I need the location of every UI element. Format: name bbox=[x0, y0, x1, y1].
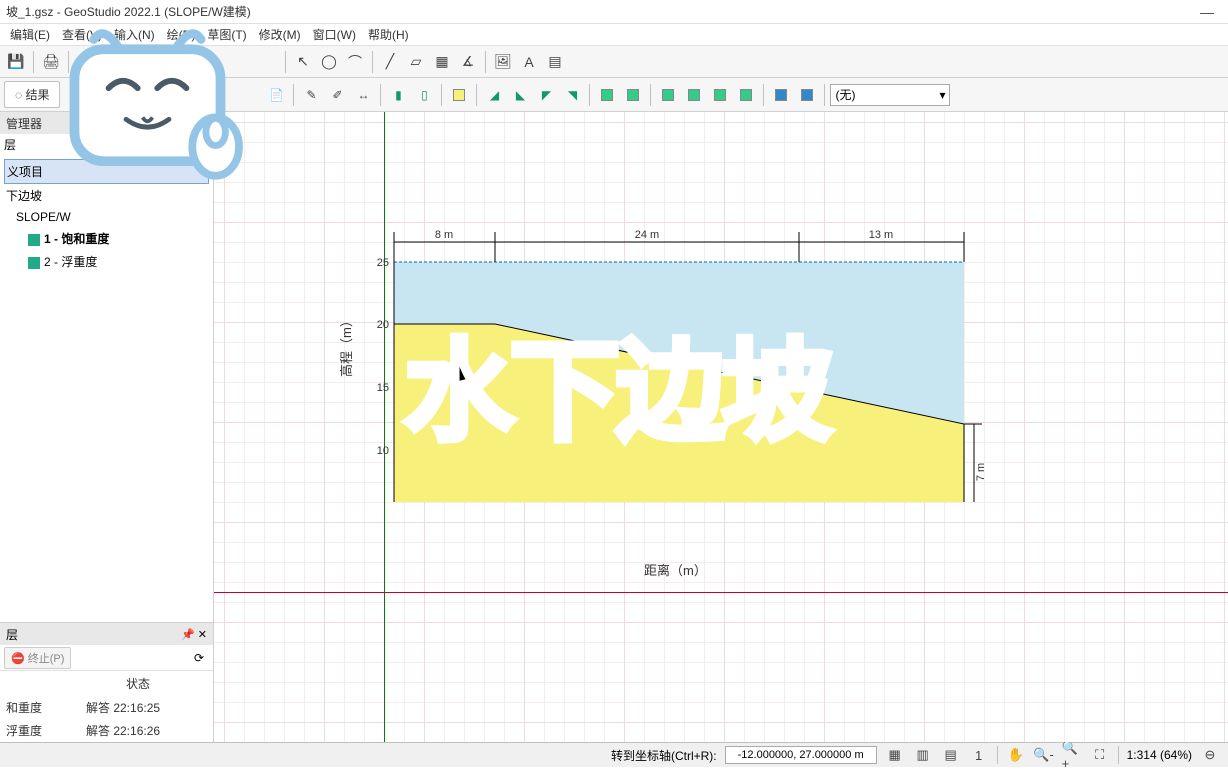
tool-table-icon[interactable]: ▤ bbox=[543, 50, 567, 74]
pen-icon[interactable]: ✎ bbox=[299, 83, 323, 107]
b3-icon[interactable] bbox=[708, 83, 732, 107]
g2-icon[interactable] bbox=[621, 83, 645, 107]
pan-icon[interactable]: ✋ bbox=[1006, 745, 1026, 765]
coord-input[interactable]: -12.000000, 27.000000 m bbox=[725, 746, 877, 764]
b2-icon[interactable] bbox=[682, 83, 706, 107]
zoom-level: 1:314 (64%) bbox=[1127, 748, 1192, 762]
statusbar: 转到坐标轴(Ctrl+R): -12.000000, 27.000000 m ▦… bbox=[0, 742, 1228, 767]
svg-text:20: 20 bbox=[377, 319, 389, 331]
tool-arc-icon[interactable]: ⌒ bbox=[343, 50, 367, 74]
g1-icon[interactable] bbox=[595, 83, 619, 107]
snap3-icon[interactable]: ▤ bbox=[941, 745, 961, 765]
goto-coord-label: 转到坐标轴(Ctrl+R): bbox=[611, 747, 717, 764]
sidebar: 管理器▾ 层 义项目 下边坡 SLOPE/W 1 - 饱和重度 2 - 浮重度 … bbox=[0, 112, 214, 742]
stop-button[interactable]: ⛔ 终止(P) bbox=[4, 647, 71, 669]
solve-header: 层📌 ✕ bbox=[0, 623, 213, 645]
tool-circle-icon[interactable]: ◯ bbox=[317, 50, 341, 74]
table-row[interactable]: 和重度解答 22:16:25 bbox=[0, 696, 213, 719]
save-icon[interactable]: 💾 bbox=[4, 50, 28, 74]
zoom-fit-icon[interactable]: ⛶ bbox=[1090, 745, 1110, 765]
window-title: 坡_1.gsz - GeoStudio 2022.1 (SLOPE/W建模) bbox=[6, 3, 251, 20]
tool-mesh-icon[interactable]: ▦ bbox=[430, 50, 454, 74]
x-axis-guide bbox=[214, 592, 1228, 593]
selector-combo[interactable]: (无)▾ bbox=[830, 84, 950, 106]
tool-line-icon[interactable]: ╱ bbox=[378, 50, 402, 74]
x-axis-label: 距离（m） bbox=[644, 560, 707, 579]
snap2-icon[interactable]: ▥ bbox=[913, 745, 933, 765]
refresh-icon[interactable]: ⟳ bbox=[189, 648, 209, 668]
c2-icon[interactable]: ▯ bbox=[412, 83, 436, 107]
solve-panel: 层📌 ✕ ⛔ 终止(P) ⟳ 状态 和重度解答 22:16:25 浮重度解答 2… bbox=[0, 622, 213, 742]
tool-select-icon[interactable]: ↖ bbox=[291, 50, 315, 74]
marker-icon[interactable]: ✐ bbox=[325, 83, 349, 107]
p1-icon[interactable] bbox=[769, 83, 793, 107]
tool-shape-icon[interactable]: ▱ bbox=[404, 50, 428, 74]
b4-icon[interactable] bbox=[734, 83, 758, 107]
dim-2: 24 m bbox=[635, 229, 659, 241]
status-header: 状态 bbox=[126, 675, 207, 692]
s3-icon[interactable]: ◤ bbox=[534, 83, 558, 107]
zoom-in-icon[interactable]: 🔍+ bbox=[1062, 745, 1082, 765]
y-axis-label: 高程（m） bbox=[336, 314, 355, 377]
tree-case-1[interactable]: 1 - 饱和重度 bbox=[4, 227, 209, 250]
s1-icon[interactable]: ◢ bbox=[482, 83, 506, 107]
dim-icon[interactable]: ↔ bbox=[351, 83, 375, 107]
canvas[interactable]: 51015 2025 0510 152025 30354045 8 m 24 m… bbox=[214, 112, 1228, 742]
tree-slopew[interactable]: SLOPE/W bbox=[4, 207, 209, 227]
b1-icon[interactable] bbox=[656, 83, 680, 107]
c3-icon[interactable] bbox=[447, 83, 471, 107]
overlay-title: 水下边坡 bbox=[404, 302, 828, 462]
tree-case-2[interactable]: 2 - 浮重度 bbox=[4, 250, 209, 273]
tool-image-icon[interactable]: 🖼 bbox=[491, 50, 515, 74]
tool-text-icon[interactable]: A bbox=[517, 50, 541, 74]
minimize-button[interactable]: — bbox=[1192, 4, 1222, 20]
menu-window[interactable]: 窗口(W) bbox=[307, 24, 362, 45]
s2-icon[interactable]: ◣ bbox=[508, 83, 532, 107]
svg-text:25: 25 bbox=[377, 257, 389, 269]
pin-icon[interactable]: 📌 ✕ bbox=[181, 628, 207, 641]
svg-text:15: 15 bbox=[377, 382, 389, 394]
zoom-out-icon[interactable]: 🔍- bbox=[1034, 745, 1054, 765]
zoom-minus-icon[interactable]: ⊖ bbox=[1200, 745, 1220, 765]
chevron-down-icon: ▾ bbox=[939, 88, 945, 102]
dim-h: 7 m bbox=[975, 463, 984, 481]
table-row[interactable]: 浮重度解答 22:16:26 bbox=[0, 719, 213, 742]
menu-modify[interactable]: 修改(M) bbox=[253, 24, 307, 45]
snap4-icon[interactable]: 1 bbox=[969, 745, 989, 765]
mascot-overlay bbox=[50, 20, 245, 205]
menu-help[interactable]: 帮助(H) bbox=[362, 24, 415, 45]
svg-text:10: 10 bbox=[377, 445, 389, 457]
s4-icon[interactable]: ◥ bbox=[560, 83, 584, 107]
snap1-icon[interactable]: ▦ bbox=[885, 745, 905, 765]
p2-icon[interactable] bbox=[795, 83, 819, 107]
menu-edit[interactable]: 编辑(E) bbox=[4, 24, 56, 45]
c1-icon[interactable]: ▮ bbox=[386, 83, 410, 107]
doc-icon[interactable]: 📄 bbox=[264, 83, 288, 107]
dim-1: 8 m bbox=[435, 229, 453, 241]
dim-3: 13 m bbox=[869, 229, 893, 241]
tool-angle-icon[interactable]: ∡ bbox=[456, 50, 480, 74]
